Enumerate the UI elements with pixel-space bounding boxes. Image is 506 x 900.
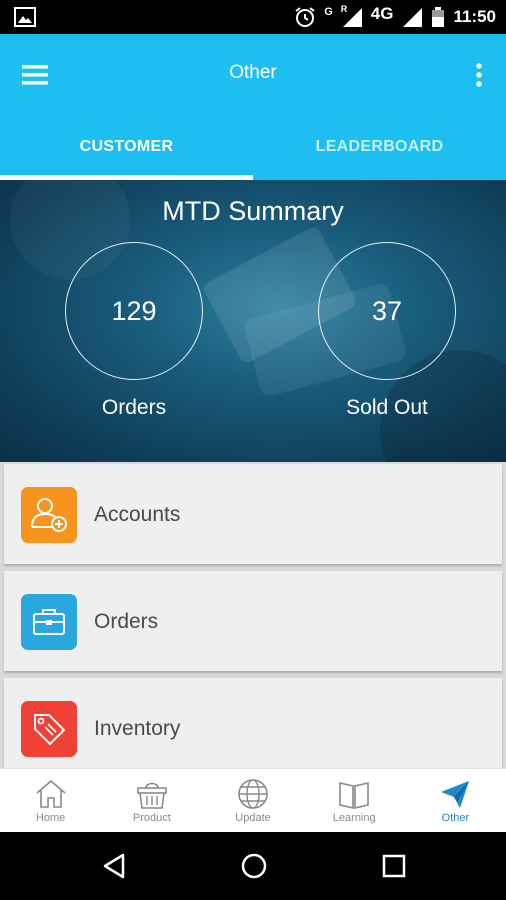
image-icon	[14, 7, 36, 27]
tab-label: CUSTOMER	[79, 138, 174, 155]
system-navigation-bar	[0, 832, 506, 900]
page-title: Other	[229, 62, 277, 83]
tab-leaderboard[interactable]: LEADERBOARD	[253, 126, 506, 180]
more-vertical-icon[interactable]	[474, 62, 484, 88]
sold-out-count: 37	[371, 295, 403, 326]
briefcase-icon	[21, 594, 77, 650]
menu-item-orders[interactable]: Orders	[4, 571, 502, 671]
basket-icon	[136, 782, 167, 809]
orders-stat-circle: 129	[65, 242, 203, 380]
nav-label: Home	[35, 812, 66, 824]
tag-icon	[21, 701, 77, 757]
nav-update[interactable]: Update	[202, 769, 303, 832]
tab-customer[interactable]: CUSTOMER	[0, 126, 253, 180]
tab-bar: CUSTOMER LEADERBOARD	[0, 126, 506, 180]
nav-label: Other	[441, 812, 470, 824]
signal-icon: R	[340, 4, 363, 28]
network-type-g: G	[324, 6, 333, 18]
bottom-navigation: Home Product Update Learning Other	[0, 768, 506, 832]
book-icon	[339, 781, 370, 810]
home-circle-icon[interactable]	[240, 852, 268, 880]
add-user-icon	[21, 487, 77, 543]
menu-item-inventory[interactable]: Inventory	[4, 678, 502, 768]
mtd-summary-panel: MTD Summary 129 Orders 37 Sold Out	[0, 180, 506, 462]
recents-icon[interactable]	[382, 852, 406, 880]
menu-item-label: Accounts	[94, 503, 181, 526]
clock: 11:50	[453, 7, 496, 26]
nav-label: Product	[132, 812, 171, 824]
nav-label: Learning	[332, 812, 376, 824]
paper-plane-icon	[441, 781, 470, 808]
nav-label: Update	[235, 812, 271, 824]
orders-count: 129	[111, 295, 157, 326]
nav-learning[interactable]: Learning	[304, 769, 405, 832]
signal-icon	[403, 8, 423, 27]
globe-icon	[238, 779, 268, 809]
back-icon[interactable]	[101, 852, 127, 880]
battery-icon	[432, 7, 445, 27]
roaming-indicator: R	[340, 4, 348, 14]
sold-out-stat-label: Sold Out	[346, 396, 428, 419]
status-bar: G R 4G 11:50	[0, 0, 506, 34]
home-icon	[36, 779, 66, 808]
menu-item-accounts[interactable]: Accounts	[4, 464, 502, 564]
nav-product[interactable]: Product	[101, 769, 202, 832]
nav-other[interactable]: Other	[405, 769, 506, 832]
alarm-icon	[295, 7, 315, 27]
sold-out-stat-circle: 37	[318, 242, 456, 380]
nav-home[interactable]: Home	[0, 769, 101, 832]
tab-label: LEADERBOARD	[315, 138, 444, 155]
menu-list: Accounts Orders Inventory	[0, 462, 506, 768]
network-type-4g: 4G	[370, 4, 394, 23]
orders-stat-label: Orders	[101, 396, 167, 419]
summary-title: MTD Summary	[162, 196, 344, 226]
app-bar: Other CUSTOMER LEADERBOARD	[0, 34, 506, 180]
menu-item-label: Inventory	[94, 717, 181, 740]
menu-item-label: Orders	[94, 610, 159, 633]
